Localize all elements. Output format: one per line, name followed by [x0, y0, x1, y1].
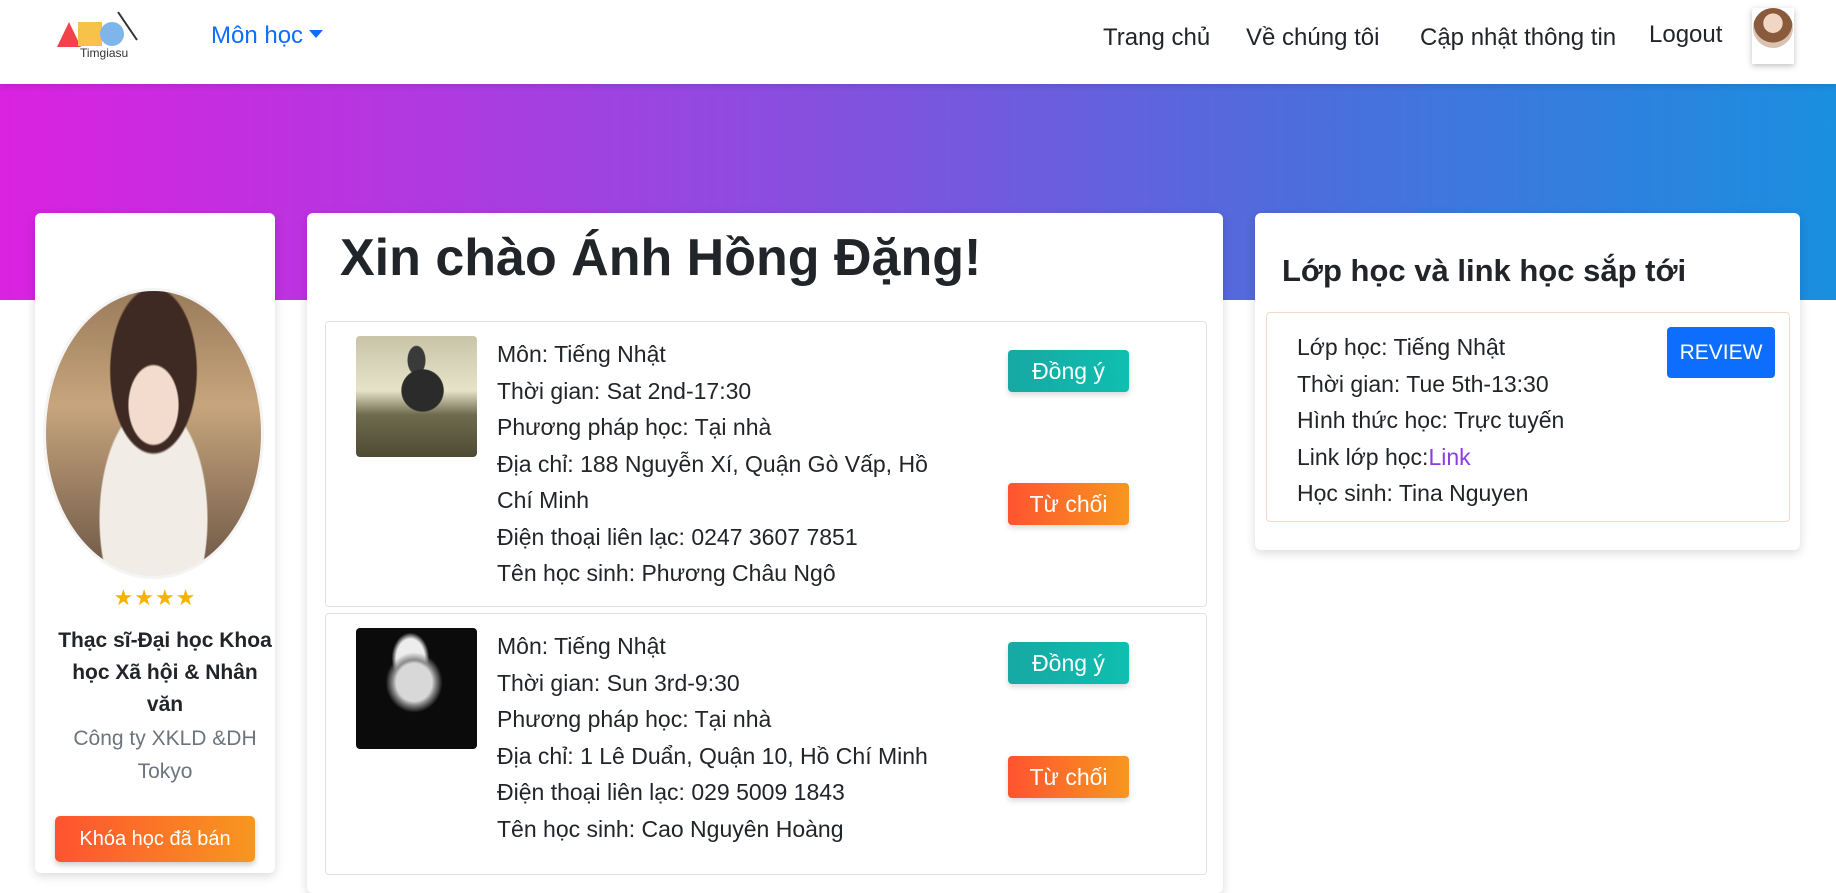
class-link[interactable]: Link	[1428, 444, 1470, 470]
nav-update-info[interactable]: Cập nhật thông tin	[1420, 24, 1616, 52]
request-method: Phương pháp học: Tại nhà	[497, 414, 772, 440]
subject-menu-dropdown[interactable]: Môn học	[211, 22, 324, 50]
site-logo[interactable]: Timgiasu	[55, 10, 160, 65]
request-details: Môn: Tiếng Nhật Thời gian: Sun 3rd-9:30 …	[497, 628, 937, 847]
caret-down-icon	[309, 29, 324, 38]
request-address: Địa chỉ: 188 Nguyễn Xí, Quận Gò Vấp, Hồ …	[497, 450, 928, 514]
logo-text: Timgiasu	[80, 46, 129, 60]
tutor-company: Công ty XKLD &DH Tokyo	[73, 727, 257, 783]
review-button[interactable]: REVIEW	[1667, 327, 1775, 378]
nav-about[interactable]: Về chúng tôi	[1246, 24, 1379, 52]
upcoming-title: Lớp học và link học sắp tới	[1282, 253, 1687, 288]
upcoming-class-format: Hình thức học: Trực tuyến	[1297, 407, 1565, 433]
navbar: Timgiasu Môn học Trang chủ Về chúng tôi …	[0, 0, 1836, 84]
upcoming-class-time: Thời gian: Tue 5th-13:30	[1297, 370, 1549, 397]
accept-button[interactable]: Đồng ý	[1008, 350, 1129, 392]
sold-courses-button[interactable]: Khóa học đã bán	[55, 816, 255, 862]
tutor-avatar	[43, 288, 264, 579]
nav-user-avatar[interactable]	[1752, 8, 1794, 64]
accept-button[interactable]: Đồng ý	[1008, 642, 1129, 684]
request-time: Thời gian: Sun 3rd-9:30	[497, 669, 740, 696]
reject-button[interactable]: Từ chối	[1008, 756, 1129, 798]
request-details: Môn: Tiếng Nhật Thời gian: Sat 2nd-17:30…	[497, 336, 937, 592]
greeting-title: Xin chào Ánh Hồng Đặng!	[340, 229, 982, 287]
request-subject: Môn: Tiếng Nhật	[497, 633, 666, 659]
request-time: Thời gian: Sat 2nd-17:30	[497, 377, 752, 404]
avatar-image	[1753, 8, 1793, 48]
student-photo	[356, 336, 477, 457]
rating-stars: ★★★★	[113, 585, 197, 610]
upcoming-class-link-row: Link lớp học:Link	[1297, 439, 1564, 476]
request-address: Địa chỉ: 1 Lê Duẩn, Quận 10, Hồ Chí Minh	[497, 742, 928, 769]
request-item: Môn: Tiếng Nhật Thời gian: Sat 2nd-17:30…	[325, 321, 1207, 607]
nav-home[interactable]: Trang chủ	[1103, 24, 1210, 52]
request-item: Môn: Tiếng Nhật Thời gian: Sun 3rd-9:30 …	[325, 613, 1207, 875]
upcoming-class-name: Lớp học: Tiếng Nhật	[1297, 334, 1506, 360]
request-phone: Điện thoại liên lạc: 0247 3607 7851	[497, 523, 858, 550]
upcoming-class-item: Lớp học: Tiếng Nhật Thời gian: Tue 5th-1…	[1266, 312, 1790, 522]
request-method: Phương pháp học: Tại nhà	[497, 706, 772, 732]
request-phone: Điện thoại liên lạc: 029 5009 1843	[497, 779, 845, 805]
reject-button[interactable]: Từ chối	[1008, 483, 1129, 525]
student-photo	[356, 628, 477, 749]
upcoming-class-details: Lớp học: Tiếng Nhật Thời gian: Tue 5th-1…	[1297, 329, 1564, 512]
request-subject: Môn: Tiếng Nhật	[497, 341, 666, 367]
subject-menu-label: Môn học	[211, 22, 304, 49]
request-student: Tên học sinh: Phương Châu Ngô	[497, 560, 836, 586]
upcoming-class-student: Học sinh: Tina Nguyen	[1297, 480, 1529, 506]
request-student: Tên học sinh: Cao Nguyên Hoàng	[497, 815, 844, 842]
nav-logout[interactable]: Logout	[1649, 21, 1722, 49]
class-link-label: Link lớp học:	[1297, 443, 1429, 470]
tutor-degree: Thạc sĩ-Đại học Khoa học Xã hội & Nhân v…	[58, 629, 272, 716]
